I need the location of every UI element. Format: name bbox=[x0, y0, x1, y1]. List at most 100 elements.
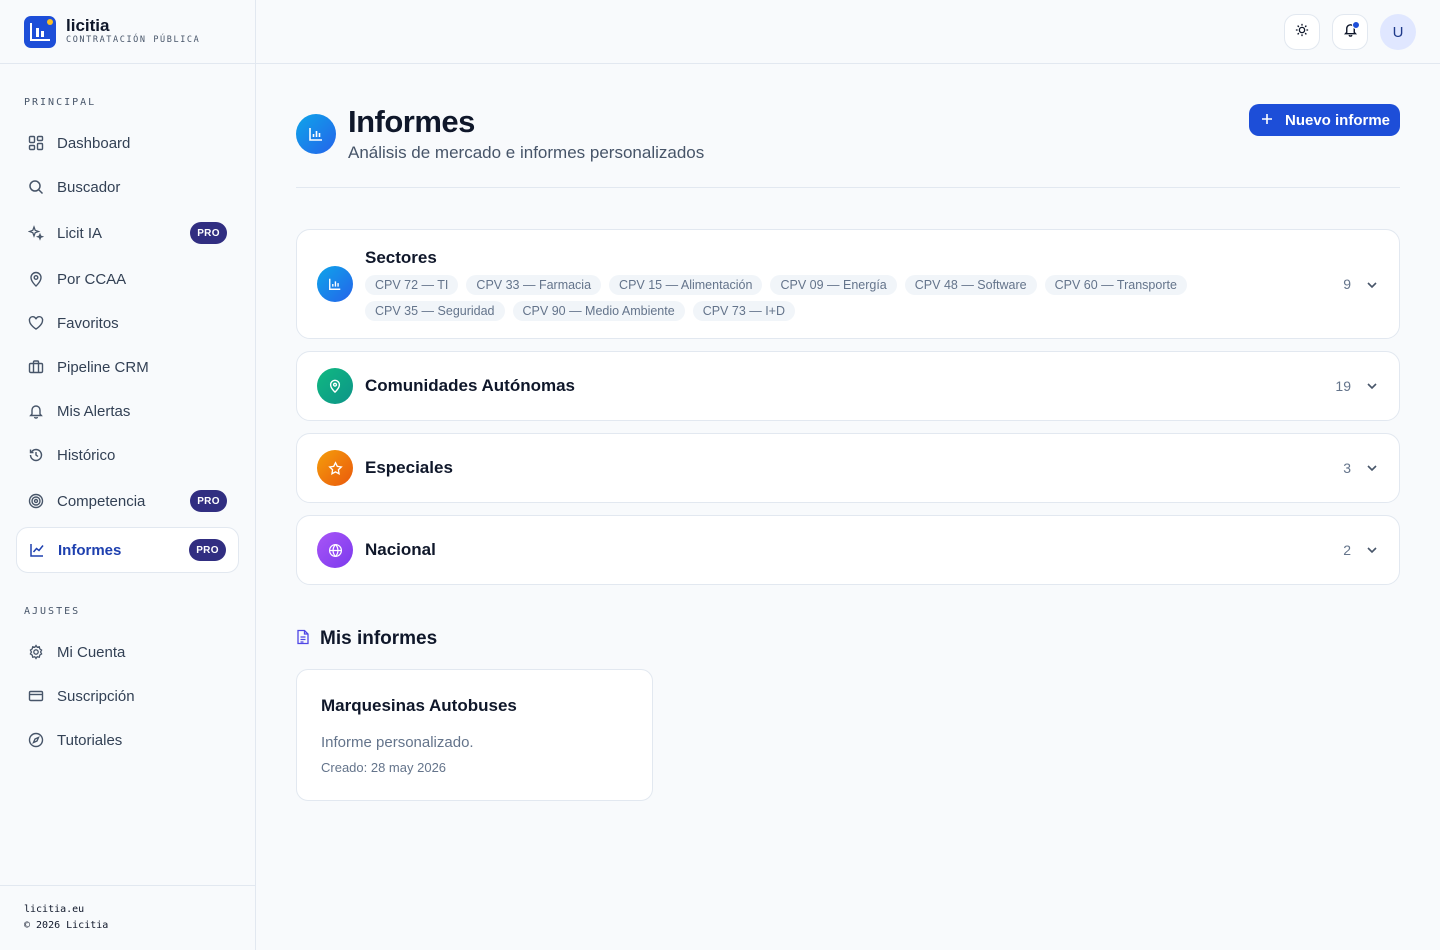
briefcase-icon bbox=[27, 358, 45, 376]
pro-badge: PRO bbox=[190, 222, 227, 244]
group-title: Sectores bbox=[365, 248, 437, 267]
group-title: Nacional bbox=[365, 540, 436, 559]
sidebar-item-tutoriales[interactable]: Tutoriales bbox=[16, 718, 239, 762]
sidebar: licitia CONTRATACIÓN PÚBLICA PRINCIPAL D… bbox=[0, 0, 256, 950]
sparkles-icon bbox=[27, 224, 45, 242]
topbar: U bbox=[256, 0, 1440, 64]
target-icon bbox=[27, 492, 45, 510]
group-comunidades-autonomas[interactable]: Comunidades Autónomas 19 bbox=[296, 351, 1400, 421]
compass-icon bbox=[27, 731, 45, 749]
cpv-chip[interactable]: CPV 35 — Seguridad bbox=[365, 301, 505, 321]
cpv-chip[interactable]: CPV 90 — Medio Ambiente bbox=[512, 301, 685, 321]
group-count: 19 bbox=[1335, 378, 1351, 394]
heart-icon bbox=[27, 314, 45, 332]
cpv-chip[interactable]: CPV 73 — I+D bbox=[692, 301, 796, 321]
chart-line-icon bbox=[28, 541, 46, 559]
cpv-chip-list: CPV 72 — TI CPV 33 — Farmacia CPV 15 — A… bbox=[365, 275, 1325, 321]
sidebar-item-label: Suscripción bbox=[57, 687, 135, 705]
notification-dot bbox=[1352, 21, 1360, 29]
cpv-chip[interactable]: CPV 72 — TI bbox=[365, 275, 459, 295]
credit-card-icon bbox=[27, 687, 45, 705]
report-created-date: Creado: 28 may 2026 bbox=[321, 760, 447, 775]
plus-icon bbox=[1261, 112, 1273, 129]
new-report-label: Nuevo informe bbox=[1284, 111, 1390, 129]
main-content: Informes Análisis de mercado e informes … bbox=[296, 64, 1400, 801]
cpv-chip[interactable]: CPV 60 — Transporte bbox=[1044, 275, 1187, 295]
group-sectores[interactable]: Sectores CPV 72 — TI CPV 33 — Farmacia C… bbox=[296, 229, 1400, 339]
page-header: Informes Análisis de mercado e informes … bbox=[296, 64, 1400, 188]
report-card[interactable]: Marquesinas Autobuses Informe personaliz… bbox=[296, 669, 653, 801]
sidebar-item-label: Mis Alertas bbox=[57, 402, 131, 420]
sun-icon bbox=[1295, 23, 1309, 42]
map-pin-icon bbox=[317, 368, 353, 404]
sidebar-item-label: Pipeline CRM bbox=[57, 358, 149, 376]
report-description: Informe personalizado. bbox=[321, 734, 474, 751]
report-title: Marquesinas Autobuses bbox=[321, 696, 517, 715]
bar-chart-icon bbox=[317, 266, 353, 302]
pro-badge: PRO bbox=[189, 539, 226, 561]
page-title: Informes bbox=[348, 104, 475, 139]
group-especiales[interactable]: Especiales 3 bbox=[296, 433, 1400, 503]
group-count: 2 bbox=[1343, 542, 1351, 558]
nav-section-principal: PRINCIPAL bbox=[24, 97, 97, 108]
gear-icon bbox=[27, 643, 45, 661]
notifications-button[interactable] bbox=[1332, 14, 1368, 50]
group-title: Especiales bbox=[365, 458, 453, 477]
sidebar-item-label: Tutoriales bbox=[57, 731, 123, 749]
sidebar-item-mis-alertas[interactable]: Mis Alertas bbox=[16, 389, 239, 433]
chevron-down-icon[interactable] bbox=[1365, 543, 1379, 557]
sidebar-item-mi-cuenta[interactable]: Mi Cuenta bbox=[16, 630, 239, 674]
brand[interactable]: licitia CONTRATACIÓN PÚBLICA bbox=[0, 0, 255, 64]
map-pin-icon bbox=[27, 270, 45, 288]
group-nacional[interactable]: Nacional 2 bbox=[296, 515, 1400, 585]
footer-copyright: © 2026 Licitia bbox=[24, 920, 109, 931]
sidebar-item-label: Informes bbox=[58, 541, 122, 559]
sidebar-item-label: Mi Cuenta bbox=[57, 643, 126, 661]
sidebar-item-label: Licit IA bbox=[57, 224, 103, 242]
pro-badge: PRO bbox=[190, 490, 227, 512]
new-report-button[interactable]: Nuevo informe bbox=[1248, 104, 1400, 136]
sidebar-item-label: Favoritos bbox=[57, 314, 119, 332]
chevron-down-icon[interactable] bbox=[1365, 461, 1379, 475]
group-count: 9 bbox=[1343, 276, 1351, 292]
group-count: 3 bbox=[1343, 460, 1351, 476]
page-subtitle: Análisis de mercado e informes personali… bbox=[348, 143, 705, 162]
sidebar-item-pipeline-crm[interactable]: Pipeline CRM bbox=[16, 345, 239, 389]
sidebar-item-favoritos[interactable]: Favoritos bbox=[16, 301, 239, 345]
sidebar-item-competencia[interactable]: Competencia PRO bbox=[16, 479, 239, 523]
sidebar-item-buscador[interactable]: Buscador bbox=[16, 165, 239, 209]
sidebar-item-label: Dashboard bbox=[57, 134, 131, 152]
avatar[interactable]: U bbox=[1380, 14, 1416, 50]
footer-domain[interactable]: licitia.eu bbox=[24, 902, 232, 918]
sidebar-item-label: Competencia bbox=[57, 492, 146, 510]
brand-name: licitia bbox=[66, 16, 110, 35]
search-icon bbox=[27, 178, 45, 196]
sidebar-item-licit-ia[interactable]: Licit IA PRO bbox=[16, 211, 239, 255]
bell-icon bbox=[27, 402, 45, 420]
group-title: Comunidades Autónomas bbox=[365, 376, 575, 395]
mis-informes-title: Mis informes bbox=[320, 628, 438, 649]
cpv-chip[interactable]: CPV 48 — Software bbox=[904, 275, 1037, 295]
mis-informes-header: Mis informes bbox=[296, 628, 437, 650]
cpv-chip[interactable]: CPV 09 — Energía bbox=[770, 275, 897, 295]
chevron-down-icon[interactable] bbox=[1365, 278, 1379, 292]
nav-section-ajustes: AJUSTES bbox=[24, 606, 81, 617]
grid-icon bbox=[27, 134, 45, 152]
cpv-chip[interactable]: CPV 33 — Farmacia bbox=[466, 275, 602, 295]
star-icon bbox=[317, 450, 353, 486]
globe-icon bbox=[317, 532, 353, 568]
sidebar-item-informes[interactable]: Informes PRO bbox=[16, 527, 239, 573]
sidebar-item-dashboard[interactable]: Dashboard bbox=[16, 121, 239, 165]
chevron-down-icon[interactable] bbox=[1365, 379, 1379, 393]
sidebar-item-label: Por CCAA bbox=[57, 270, 127, 288]
licitia-logo-icon bbox=[24, 15, 56, 48]
sidebar-item-label: Histórico bbox=[57, 446, 116, 464]
sidebar-item-por-ccaa[interactable]: Por CCAA bbox=[16, 257, 239, 301]
cpv-chip[interactable]: CPV 15 — Alimentación bbox=[609, 275, 763, 295]
sidebar-item-suscripcion[interactable]: Suscripción bbox=[16, 674, 239, 718]
sidebar-item-historico[interactable]: Histórico bbox=[16, 433, 239, 477]
theme-toggle-button[interactable] bbox=[1284, 14, 1320, 50]
sidebar-footer: licitia.eu © 2026 Licitia bbox=[0, 885, 256, 950]
bar-chart-icon bbox=[296, 114, 336, 154]
history-icon bbox=[27, 446, 45, 464]
